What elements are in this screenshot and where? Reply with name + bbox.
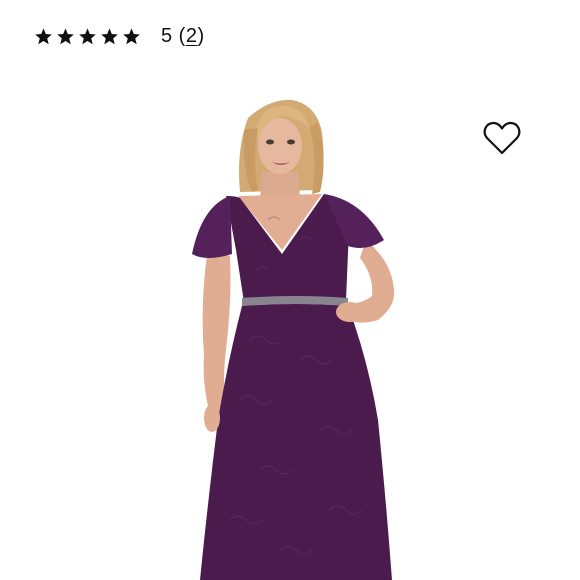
review-count-link[interactable]: 2	[186, 25, 198, 47]
dress-sleeve-left	[192, 196, 232, 258]
wishlist-heart-icon[interactable]	[482, 120, 522, 156]
rating-score: 5 (2)	[161, 25, 205, 48]
rating-value: 5	[161, 24, 173, 47]
model-hand-left	[204, 404, 220, 432]
dress-skirt	[200, 304, 392, 580]
product-rating: 5 (2)	[34, 22, 205, 50]
star-icon	[79, 27, 96, 44]
star-icon	[57, 27, 74, 44]
rating-open-paren: (	[172, 24, 186, 47]
star-icon	[123, 27, 140, 44]
rating-close-paren: )	[197, 24, 205, 47]
rating-stars	[34, 27, 141, 46]
star-icon	[35, 27, 52, 44]
star-icon	[101, 27, 118, 44]
model-hand-right	[336, 302, 364, 322]
